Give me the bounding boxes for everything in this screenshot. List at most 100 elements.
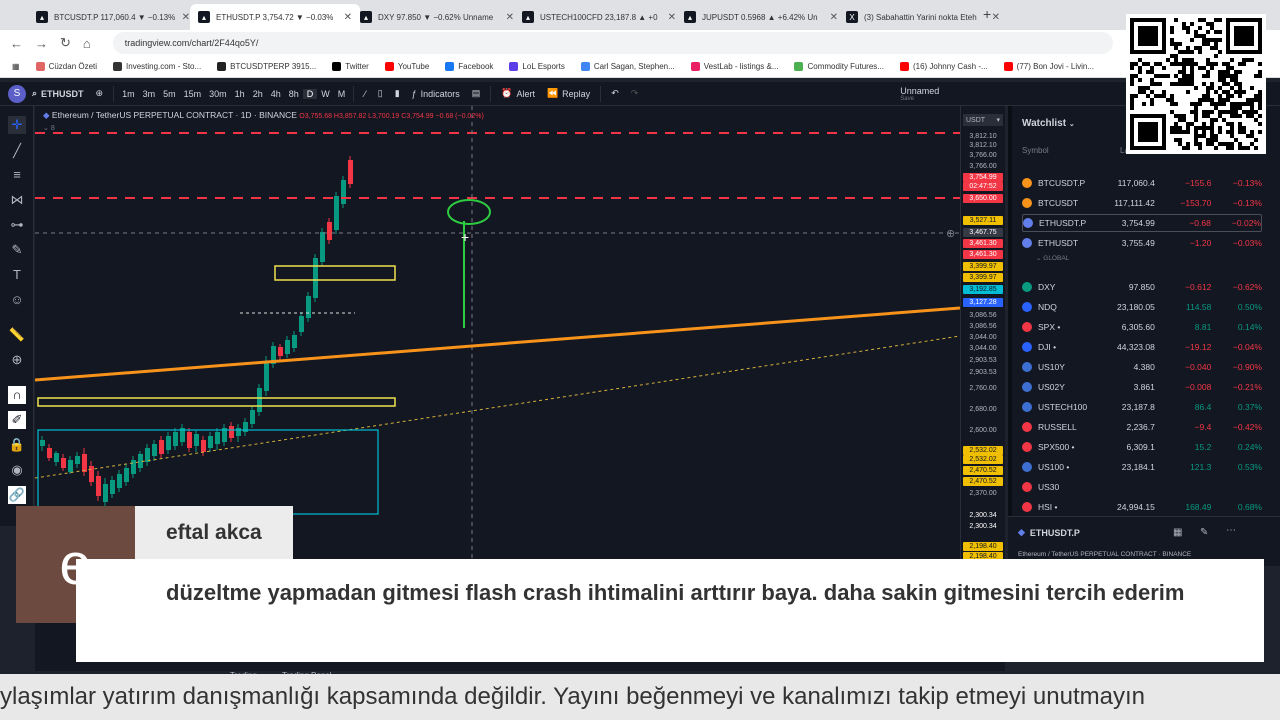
reload-icon[interactable]: ↻	[60, 35, 71, 51]
forward-icon[interactable]: →	[35, 36, 48, 51]
trend-line-dashed[interactable]	[35, 335, 960, 479]
watchlist-title[interactable]: Watchlist ⌄	[1022, 118, 1075, 129]
browser-tab[interactable]: ▴ DXY 97.850 ▼ −0.62% Unname ✕	[352, 4, 522, 30]
bookmark-item[interactable]: Cüzdan Özeti	[35, 62, 97, 71]
browser-tab[interactable]: ▴ USTECH100CFD 23,187.8 ▲ +0 ✕	[514, 4, 684, 30]
watchlist-row[interactable]: NDQ 23,180.05 114.58 0.50%	[1022, 298, 1262, 316]
interval-1h[interactable]: 1h	[231, 89, 249, 99]
back-icon[interactable]: ←	[10, 36, 23, 51]
close-tab-icon[interactable]: ✕	[182, 12, 190, 23]
indicator-toggle[interactable]: ⌄ 8	[43, 124, 55, 132]
link-icon[interactable]: 🔗	[8, 486, 26, 504]
bookmark-item[interactable]: (77) Bon Jovi - Livin...	[1003, 62, 1094, 71]
watchlist-row[interactable]: RUSSELL 2,236.7 −9.4 −0.42%	[1022, 418, 1262, 436]
zoom-icon[interactable]: ⊕	[8, 351, 26, 369]
watchlist-row[interactable]: US30	[1022, 478, 1262, 496]
browser-tab[interactable]: ▴ ETHUSDT.P 3,754.72 ▼ −0.03% ✕	[190, 4, 360, 30]
watchlist-row[interactable]: ETHUSDT.P 3,754.99 −0.68 −0.02%	[1022, 214, 1262, 232]
browser-tab[interactable]: ▴ BTCUSDT.P 117,060.4 ▼ −0.13% ✕	[28, 4, 198, 30]
apps-icon[interactable]: ▦	[12, 62, 20, 71]
compare-button[interactable]: ⊕	[90, 88, 110, 99]
pattern-icon[interactable]: ⋈	[8, 191, 26, 209]
trend-line-orange[interactable]	[35, 306, 960, 382]
bookmark-item[interactable]: Investing.com - Sto...	[113, 62, 201, 71]
watchlist-row[interactable]: BTCUSDT 117,111.42 −153.70 −0.13%	[1022, 194, 1262, 212]
trendline-icon[interactable]: ╱	[8, 142, 26, 160]
price-axis[interactable]: USDT ▾ 3,812.10 3,812.10 3,766.00 3,766.00 3,…	[960, 106, 1005, 561]
bookmark-item[interactable]: Facebook	[445, 62, 493, 71]
eye-icon[interactable]: ◉	[8, 461, 26, 479]
watchlist-row[interactable]: SPX • 6,305.60 8.81 0.14%	[1022, 318, 1262, 336]
redo-icon[interactable]: ↷	[625, 88, 645, 99]
interval-15m[interactable]: 15m	[180, 89, 206, 99]
undo-icon[interactable]: ↶	[605, 88, 625, 99]
more-icon[interactable]: ⋯	[1226, 525, 1236, 536]
watchlist-row[interactable]: BTCUSDT.P 117,060.4 −155.6 −0.13%	[1022, 174, 1262, 192]
crosshair-icon[interactable]: ✛	[8, 116, 26, 134]
hand-drawn-circle[interactable]	[447, 199, 491, 225]
interval-3m[interactable]: 3m	[139, 89, 160, 99]
currency-selector[interactable]: USDT ▾	[963, 114, 1003, 126]
user-avatar[interactable]: S	[8, 84, 26, 103]
close-tab-icon[interactable]: ✕	[344, 12, 352, 23]
lock-icon[interactable]: 🔒	[8, 436, 26, 454]
ruler-icon[interactable]: 📏	[8, 326, 26, 344]
indicators-button[interactable]: ƒ Indicators	[406, 89, 466, 99]
layout-button[interactable]: Unnamed Save	[894, 86, 945, 102]
brush-icon[interactable]: ✎	[8, 241, 26, 259]
interval-1m[interactable]: 1m	[118, 89, 139, 99]
column-header-symbol[interactable]: Symbol	[1022, 146, 1049, 155]
zone-rect-upper[interactable]	[274, 265, 396, 281]
text-icon[interactable]: T	[8, 266, 26, 284]
watchlist-row[interactable]: US02Y 3.861 −0.008 −0.21%	[1022, 378, 1262, 396]
bookmark-item[interactable]: Twitter	[332, 62, 369, 71]
replay-button[interactable]: ⏪ Replay	[541, 88, 596, 99]
home-icon[interactable]: ⌂	[83, 36, 91, 51]
interval-2h[interactable]: 2h	[249, 89, 267, 99]
bookmark-item[interactable]: YouTube	[384, 62, 429, 71]
zone-rect-lower[interactable]	[37, 397, 396, 407]
watchlist-row[interactable]: USTECH100 23,187.8 86.4 0.37%	[1022, 398, 1262, 416]
watchlist-row[interactable]: US100 • 23,184.1 121.3 0.53%	[1022, 458, 1262, 476]
interval-8h[interactable]: 8h	[285, 89, 303, 99]
interval-5m[interactable]: 5m	[159, 89, 180, 99]
add-alert-icon[interactable]: ⊕	[946, 227, 955, 240]
bookmark-item[interactable]: Commodity Futures...	[794, 62, 884, 71]
interval-D[interactable]: D	[302, 88, 318, 99]
interval-30m[interactable]: 30m	[205, 89, 231, 99]
bookmark-item[interactable]: BTCUSDTPERP 3915...	[217, 62, 316, 71]
bookmark-item[interactable]: Carl Sagan, Stephen...	[580, 62, 675, 71]
lock-drawing-icon[interactable]: ✐	[8, 411, 26, 429]
bar-type-icon[interactable]: ▮	[389, 88, 406, 99]
close-tab-icon[interactable]: ✕	[668, 12, 676, 23]
url-field[interactable]: tradingview.com/chart/2F44qo5Y/	[112, 32, 1113, 54]
interval-M[interactable]: M	[334, 89, 350, 99]
alert-button[interactable]: ⏰ Alert	[495, 88, 541, 99]
bookmark-item[interactable]: (16) Johnny Cash -...	[899, 62, 988, 71]
chart-pane[interactable]: ◆ Ethereum / TetherUS PERPETUAL CONTRACT…	[35, 106, 960, 561]
bookmark-item[interactable]: LoL Esports	[509, 62, 565, 71]
fib-icon[interactable]: ≡	[8, 166, 26, 184]
drawing-style-icon[interactable]: ⁄	[358, 89, 372, 99]
edit-icon[interactable]: ✎	[1200, 527, 1208, 538]
emoji-icon[interactable]: ☺	[8, 291, 26, 309]
close-tab-icon[interactable]: ✕	[506, 12, 514, 23]
forecast-icon[interactable]: ⊶	[8, 216, 26, 234]
symbol-search-button[interactable]: ⌕ ETHUSDT	[26, 88, 90, 99]
close-tab-icon[interactable]: ✕	[830, 12, 838, 23]
watchlist-row[interactable]: US10Y 4.380 −0.040 −0.90%	[1022, 358, 1262, 376]
candle-type-icon[interactable]: ▯	[372, 88, 389, 99]
magnet-icon[interactable]: ∩	[8, 386, 26, 404]
watchlist-row[interactable]: HSI • 24,994.15 168.49 0.68%	[1022, 498, 1262, 516]
new-tab-button[interactable]: +	[983, 6, 991, 22]
watchlist-row[interactable]: DXY 97.850 −0.612 −0.62%	[1022, 278, 1262, 296]
interval-4h[interactable]: 4h	[267, 89, 285, 99]
section-global[interactable]: ⌄ GLOBAL	[1036, 254, 1069, 262]
grid-icon[interactable]: ▦	[1173, 527, 1182, 538]
watchlist-row[interactable]: DJI • 44,323.08 −19.12 −0.04%	[1022, 338, 1262, 356]
close-tab-icon[interactable]: ✕	[992, 12, 1000, 23]
bookmark-item[interactable]: VestLab - listings &...	[690, 62, 778, 71]
browser-tab[interactable]: ▴ JUPUSDT 0.5968 ▲ +6.42% Un ✕	[676, 4, 846, 30]
watchlist-row[interactable]: SPX500 • 6,309.1 15.2 0.24%	[1022, 438, 1262, 456]
templates-icon[interactable]: ▤	[466, 88, 487, 99]
